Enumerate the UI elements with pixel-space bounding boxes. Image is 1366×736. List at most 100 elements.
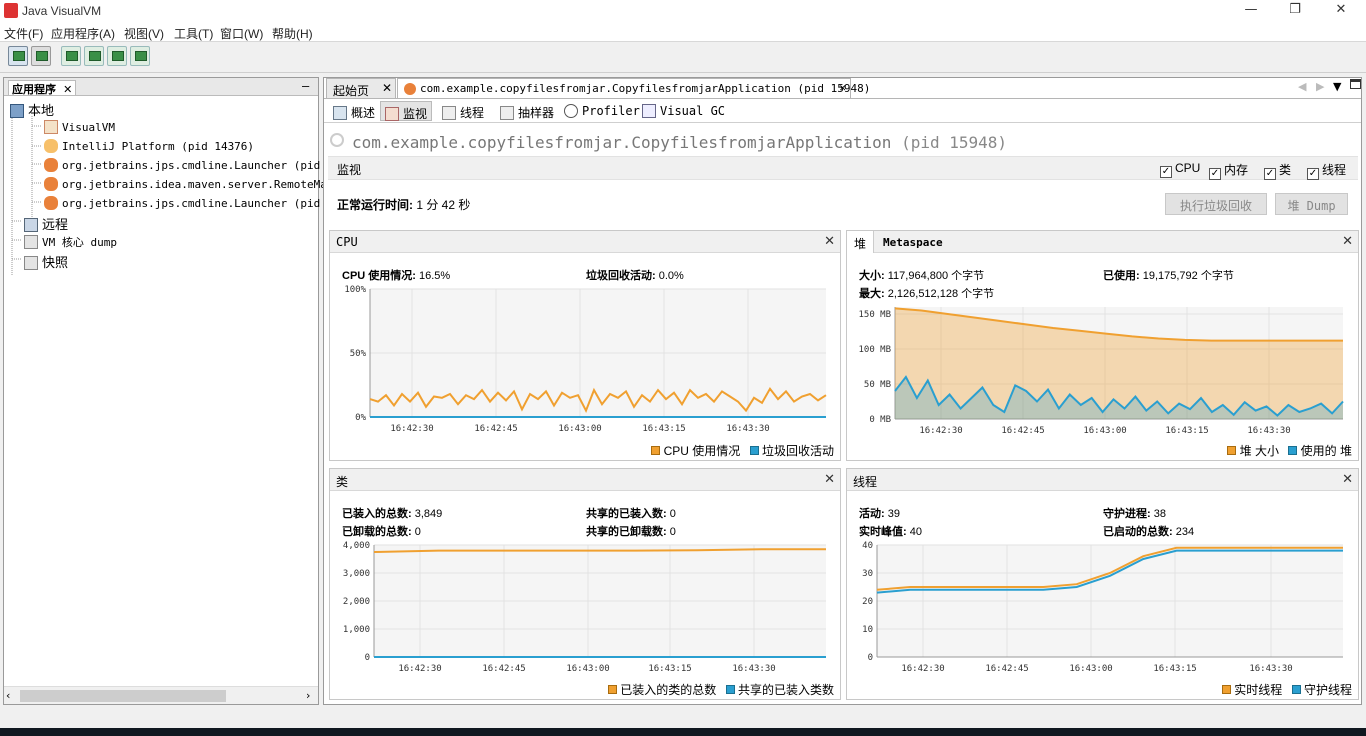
subtab-profiler-label: Profiler xyxy=(582,104,640,118)
tab-scroll-right-icon[interactable]: ▶ xyxy=(1316,80,1324,93)
threads-live-label: 活动: xyxy=(859,508,885,520)
java-icon xyxy=(44,158,58,172)
close-button[interactable]: ✕ xyxy=(1326,2,1356,20)
classes-shared-unloaded-value: 0 xyxy=(669,526,676,538)
scroll-left-icon[interactable]: ‹ xyxy=(6,689,10,702)
classes-checkbox[interactable]: ✓ 类 xyxy=(1264,161,1291,180)
uptime-label: 正常运行时间: xyxy=(337,198,413,212)
subtab-monitor[interactable]: 监视 xyxy=(380,101,433,121)
menu-file[interactable]: 文件(F) xyxy=(4,25,43,42)
subtab-profiler[interactable]: Profiler xyxy=(560,101,644,121)
menu-tools[interactable]: 工具(T) xyxy=(174,25,213,42)
close-icon[interactable]: ✕ xyxy=(824,234,835,249)
menu-window[interactable]: 窗口(W) xyxy=(220,25,263,42)
menu-view[interactable]: 视图(V) xyxy=(124,25,164,42)
y-tick-label: 50 MB xyxy=(864,380,891,390)
tab-scroll-left-icon[interactable]: ◀ xyxy=(1298,80,1306,93)
classes-panel-title: 类 xyxy=(336,475,349,489)
heap-dump-icon[interactable] xyxy=(84,46,104,66)
java-icon xyxy=(44,196,58,210)
threads-checkbox[interactable]: ✓ 线程 xyxy=(1307,161,1346,180)
heap-max-value: 2,126,512,128 个字节 xyxy=(887,288,995,300)
applications-tab[interactable]: 应用程序 ✕ xyxy=(8,80,77,96)
uptime-value: 1 分 42 秒 xyxy=(416,198,471,212)
minimize-panel-icon[interactable]: — xyxy=(302,79,309,93)
y-tick-label: 20 xyxy=(862,597,873,607)
monitor-section-bar xyxy=(328,156,1358,180)
tree-item-visualvm[interactable]: VisualVM xyxy=(44,120,115,134)
y-tick-label: 4,000 xyxy=(343,541,370,551)
minimize-button[interactable]: — xyxy=(1236,2,1266,20)
subtab-visual-gc-label: Visual GC xyxy=(660,104,726,118)
subtab-overview[interactable]: 概述 xyxy=(329,101,379,121)
tab-application[interactable]: com.example.copyfilesfromjar.Copyfilesfr… xyxy=(397,78,870,99)
tab-start-page[interactable]: 起始页 ✕ xyxy=(326,78,396,98)
classes-shared-unloaded: 共享的已卸载数: 0 xyxy=(586,523,676,539)
java-icon xyxy=(404,83,416,95)
open-snapshot-icon[interactable] xyxy=(8,46,28,66)
subtab-threads[interactable]: 线程 xyxy=(438,101,488,121)
restore-button[interactable]: ❐ xyxy=(1280,2,1310,20)
tree-item-launcher-2[interactable]: org.jetbrains.jps.cmdline.Launcher (pid … xyxy=(44,196,347,210)
heap-dump-button[interactable]: 堆 Dump xyxy=(1275,193,1348,215)
profiler-snapshot-icon[interactable] xyxy=(130,46,150,66)
tree-item-intellij[interactable]: IntelliJ Platform (pid 14376) xyxy=(44,139,254,153)
threads-chart: 40 30 20 10 0 16:42:30 16:42:45 16:43:00 16:43:1… xyxy=(862,541,1343,674)
threads-panel-title: 线程 xyxy=(853,475,878,489)
threads-peak-label: 实时峰值: xyxy=(859,526,907,538)
tree-node-local[interactable]: 本地 xyxy=(10,100,54,119)
tab-list-dropdown-icon[interactable]: ▼ xyxy=(1333,80,1341,93)
legend-label: 垃圾回收活动 xyxy=(761,444,834,458)
x-tick-label: 16:43:00 xyxy=(566,664,609,674)
gc-activity-label: 垃圾回收活动: xyxy=(586,270,656,282)
legend-swatch-orange xyxy=(1221,685,1231,694)
close-icon[interactable]: ✕ xyxy=(1342,234,1353,249)
subtab-sampler[interactable]: 抽样器 xyxy=(496,101,558,121)
threads-peak-value: 40 xyxy=(909,526,922,538)
legend-swatch-orange xyxy=(1227,446,1237,455)
tree-item-maven-server[interactable]: org.jetbrains.idea.maven.server.RemoteMa… xyxy=(44,177,347,191)
subtab-visual-gc[interactable]: Visual GC xyxy=(638,101,729,121)
perform-gc-button[interactable]: 执行垃圾回收 xyxy=(1165,193,1267,215)
classes-panel-header: 类 ✕ xyxy=(330,469,840,491)
menu-help[interactable]: 帮助(H) xyxy=(272,25,313,42)
heap-used-label: 已使用: xyxy=(1103,270,1140,282)
close-icon[interactable]: ✕ xyxy=(1342,472,1353,487)
y-tick-label: 150 MB xyxy=(858,310,891,320)
maximize-window-icon[interactable] xyxy=(1350,79,1361,89)
memory-checkbox[interactable]: ✓ 内存 xyxy=(1209,161,1248,180)
close-icon[interactable]: ✕ xyxy=(63,84,72,96)
taskbar xyxy=(0,728,1366,736)
thread-dump-icon[interactable] xyxy=(107,46,127,66)
classes-shared-loaded: 共享的已装入数: 0 xyxy=(586,505,676,521)
tree-node-snapshots[interactable]: 快照 xyxy=(24,252,68,271)
scroll-right-icon[interactable]: › xyxy=(306,689,310,702)
close-icon[interactable]: ✕ xyxy=(824,472,835,487)
close-icon[interactable]: ✕ xyxy=(382,81,392,95)
heap-panel-header: 堆 Metaspace ✕ xyxy=(847,231,1358,253)
cpu-checkbox[interactable]: ✓ CPU xyxy=(1160,161,1200,178)
y-tick-label: 0 xyxy=(365,653,370,663)
close-icon[interactable]: ✕ xyxy=(839,81,846,94)
heap-used-value: 19,175,792 个字节 xyxy=(1142,270,1234,282)
y-tick-label: 1,000 xyxy=(343,625,370,635)
java-icon xyxy=(44,139,58,153)
tree-node-vm-dump[interactable]: VM 核心 dump xyxy=(24,234,117,250)
tree-node-remote[interactable]: 远程 xyxy=(24,214,68,233)
save-icon[interactable] xyxy=(31,46,51,66)
menu-application[interactable]: 应用程序(A) xyxy=(51,25,115,42)
tree-item-label: IntelliJ Platform (pid 14376) xyxy=(62,140,255,153)
threads-panel-header: 线程 ✕ xyxy=(847,469,1358,491)
add-jmx-connection-icon[interactable] xyxy=(61,46,81,66)
y-tick-label: 10 xyxy=(862,625,873,635)
horizontal-scrollbar[interactable]: ‹ › xyxy=(4,686,318,704)
scrollbar-thumb[interactable] xyxy=(20,690,226,702)
window-title: Java VisualVM xyxy=(22,4,102,18)
threads-icon xyxy=(442,106,456,120)
heap-tab[interactable]: 堆 xyxy=(847,231,875,253)
tree-item-launcher-1[interactable]: org.jetbrains.jps.cmdline.Launcher (pid … xyxy=(44,158,347,172)
legend-label: 堆 大小 xyxy=(1239,444,1279,458)
threads-started-label: 已启动的总数: xyxy=(1103,526,1173,538)
y-tick-label: 30 xyxy=(862,569,873,579)
metaspace-tab[interactable]: Metaspace xyxy=(883,236,943,249)
